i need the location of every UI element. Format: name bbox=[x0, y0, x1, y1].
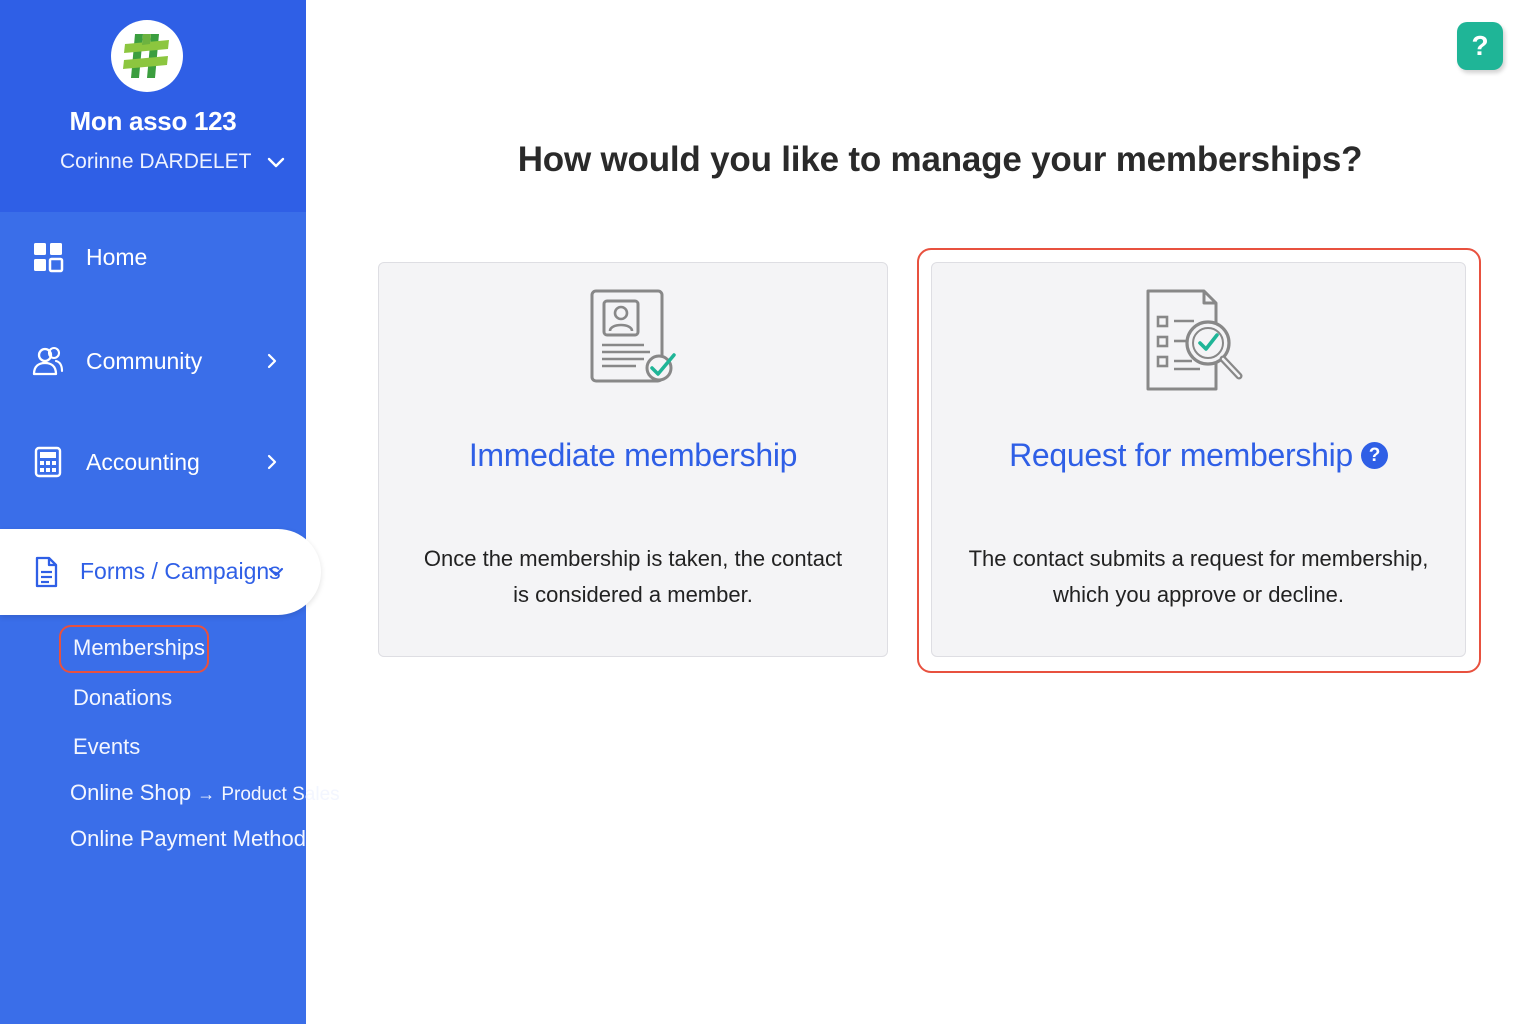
card-title-immediate: Immediate membership bbox=[468, 437, 798, 473]
sub-item-online-payment[interactable]: Online Payment Method bbox=[70, 826, 306, 852]
sub-item-online-shop[interactable]: Online Shop → Product Sales bbox=[70, 780, 340, 806]
calculator-icon bbox=[34, 446, 62, 478]
checklist-search-icon bbox=[1146, 289, 1243, 391]
chevron-right-icon bbox=[267, 353, 277, 369]
nav-label-home: Home bbox=[86, 243, 148, 270]
users-icon bbox=[32, 346, 64, 376]
product-sales-label: Product Sales bbox=[221, 784, 340, 805]
member-card-check-icon bbox=[590, 289, 676, 383]
nav-item-forms-campaigns[interactable]: Forms / Campaigns bbox=[0, 529, 321, 615]
card-desc-request: The contact submits a request for member… bbox=[932, 541, 1465, 613]
card-title-request: Request for membership? bbox=[932, 437, 1465, 474]
nav-label-forms-campaigns: Forms / Campaigns bbox=[80, 558, 281, 584]
question-icon: ? bbox=[1471, 30, 1489, 61]
nav-label-accounting: Accounting bbox=[86, 448, 200, 475]
page-title: How would you like to manage your member… bbox=[517, 140, 1363, 179]
help-button[interactable]: ? bbox=[1457, 22, 1503, 70]
card-desc-line: is considered a member. bbox=[513, 582, 753, 607]
card-desc-line: Once the membership is taken, the contac… bbox=[423, 546, 843, 571]
arrow-right-icon: → bbox=[197, 784, 216, 804]
card-request-membership[interactable]: Request for membership? The contact subm… bbox=[931, 262, 1466, 657]
chevron-down-icon bbox=[267, 157, 285, 168]
nav-label-community: Community bbox=[86, 347, 203, 374]
nav-item-home[interactable]: Home bbox=[0, 227, 306, 287]
card-desc-immediate: Once the membership is taken, the contac… bbox=[379, 541, 887, 613]
org-name: Mon asso 123 bbox=[69, 106, 237, 136]
card-desc-line: which you approve or decline. bbox=[1052, 582, 1345, 607]
nav-item-community[interactable]: Community bbox=[0, 331, 306, 391]
hashtag-logo-icon bbox=[123, 34, 169, 78]
sidebar: Mon asso 123 Corinne DARDELET Home Commu… bbox=[0, 0, 340, 1024]
sub-item-donations[interactable]: Donations bbox=[73, 685, 172, 711]
card-title-request-text: Request for membership bbox=[1009, 437, 1353, 473]
dashboard-icon bbox=[34, 243, 64, 273]
sub-item-events[interactable]: Events bbox=[73, 734, 140, 760]
online-shop-label: Online Shop bbox=[70, 780, 192, 805]
chevron-right-icon bbox=[267, 454, 277, 470]
chevron-down-icon bbox=[268, 567, 284, 577]
document-icon bbox=[35, 556, 58, 588]
card-immediate-membership[interactable]: Immediate membership Once the membership… bbox=[378, 262, 888, 657]
user-menu[interactable]: Corinne DARDELET bbox=[60, 146, 290, 178]
org-logo[interactable] bbox=[111, 20, 183, 92]
user-name: Corinne DARDELET bbox=[60, 150, 252, 173]
sidebar-header: Mon asso 123 Corinne DARDELET bbox=[0, 0, 306, 212]
sub-item-memberships[interactable]: Memberships bbox=[73, 635, 205, 661]
card-desc-line: The contact submits a request for member… bbox=[968, 546, 1429, 571]
info-icon[interactable]: ? bbox=[1360, 442, 1388, 470]
nav-item-accounting[interactable]: Accounting bbox=[0, 432, 306, 492]
